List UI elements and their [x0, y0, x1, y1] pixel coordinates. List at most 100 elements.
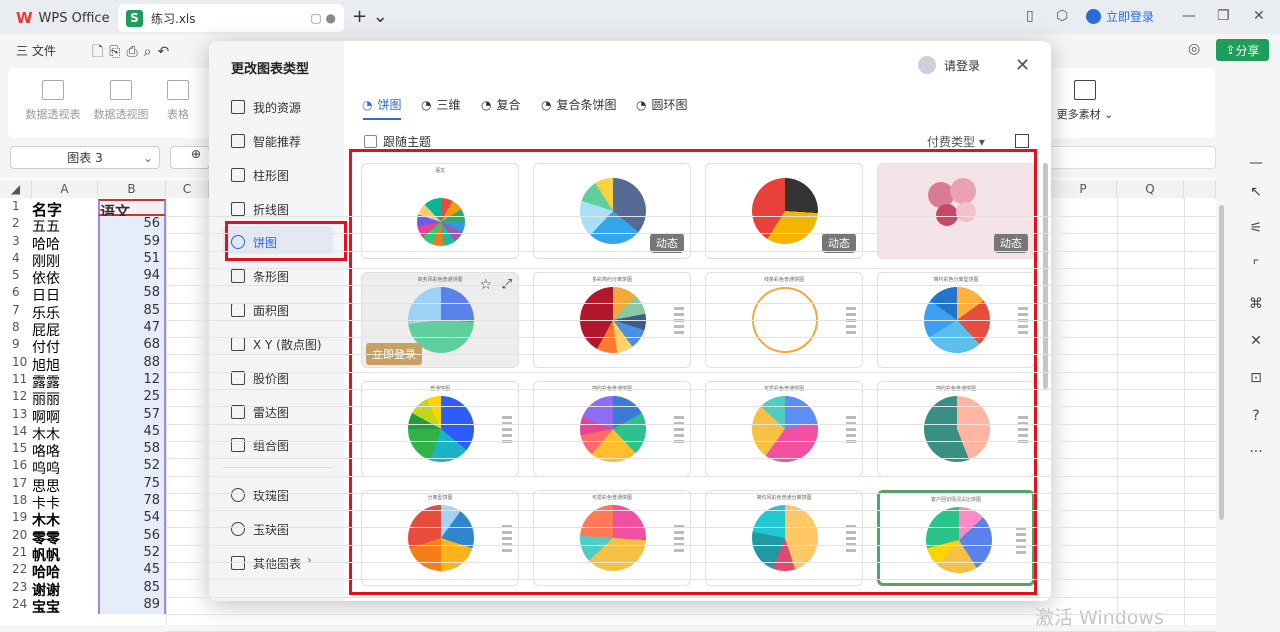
tab-compound[interactable]: ◔ 复合 — [481, 96, 521, 113]
cell-header-a[interactable]: 名字 — [32, 199, 98, 219]
cell-name[interactable]: 五五 — [32, 216, 98, 235]
cell-name[interactable]: 露露 — [32, 372, 98, 391]
share-button[interactable]: ⇪ 分享 — [1216, 39, 1269, 61]
cell-name[interactable]: 哈哈 — [32, 234, 98, 253]
cell-score[interactable]: 54 — [98, 510, 166, 528]
cell-name[interactable]: 卡卡 — [32, 493, 98, 512]
table-row[interactable]: 15 咯咯 58 — [0, 441, 170, 460]
cell-name[interactable]: 刚刚 — [32, 251, 98, 270]
nav-item-combo[interactable]: 组合图 — [231, 434, 289, 456]
table-row[interactable]: 5 依依 94 — [0, 268, 170, 287]
name-box[interactable]: 图表 3 ⌄ — [10, 146, 160, 169]
table-row[interactable]: 1 名字 语文 — [0, 199, 170, 221]
table-row[interactable]: 18 卡卡 78 — [0, 493, 170, 512]
chat-icon[interactable]: ◎ — [1188, 41, 1200, 57]
column-header-c[interactable]: C — [166, 180, 209, 198]
nav-item-rose[interactable]: 玫瑰图 — [231, 484, 289, 506]
close-icon[interactable]: ✕ — [1015, 55, 1030, 76]
zoom-icon[interactable]: ⊕ — [170, 146, 210, 169]
cell-name[interactable]: 屁屁 — [32, 320, 98, 339]
quick-access-icons[interactable]: 🗋⎘⎙⌕↶ — [92, 41, 175, 65]
maximize-button[interactable]: ❐ — [1217, 8, 1230, 24]
corner-select[interactable]: ◢ — [0, 180, 32, 198]
cell-name[interactable]: 零零 — [32, 528, 98, 547]
nav-item-smart[interactable]: 智能推荐 — [231, 130, 301, 152]
table-row[interactable]: 17 思思 75 — [0, 475, 170, 495]
nav-item-radar[interactable]: 雷达图 — [231, 401, 289, 423]
nav-item-column[interactable]: 柱形图 — [231, 164, 289, 186]
cell-name[interactable]: 付付 — [32, 337, 98, 356]
cell-name[interactable]: 丽丽 — [32, 389, 98, 408]
cell-name[interactable]: 谢谢 — [32, 580, 98, 599]
cell-name[interactable]: 木木 — [32, 424, 98, 443]
cell-score[interactable]: 25 — [98, 389, 166, 407]
minus-icon[interactable]: — — [1248, 155, 1264, 171]
tab-bar-of-pie[interactable]: ◔ 复合条饼图 — [541, 96, 617, 113]
cell-name[interactable]: 思思 — [32, 476, 98, 495]
tab-pie[interactable]: ◔ 饼图 — [362, 96, 402, 113]
cell-score[interactable]: 45 — [98, 423, 166, 442]
cell-name[interactable]: 日日 — [32, 285, 98, 304]
table-row[interactable]: 9 付付 68 — [0, 337, 170, 356]
table-row[interactable]: 13 啊啊 57 — [0, 406, 170, 426]
column-header-a[interactable]: A — [32, 180, 98, 198]
table-row[interactable]: 22 哈哈 45 — [0, 562, 170, 581]
cell-score[interactable]: 85 — [98, 302, 166, 321]
new-tab-button[interactable]: + ⌄ — [352, 6, 388, 27]
book-icon[interactable]: ⊡ — [1248, 370, 1264, 386]
cell-score[interactable]: 57 — [98, 406, 166, 424]
cell-score[interactable]: 56 — [98, 216, 166, 234]
table-row[interactable]: 8 屁屁 47 — [0, 320, 170, 339]
cell-score[interactable]: 58 — [98, 285, 166, 303]
cursor-icon[interactable]: ↖ — [1248, 184, 1264, 200]
dialog-login[interactable]: 请登录 — [918, 56, 980, 74]
cell-score[interactable]: 68 — [98, 337, 166, 355]
gallery-icon[interactable]: ⌘ — [1248, 296, 1264, 312]
sliders-icon[interactable]: ⚟ — [1248, 220, 1264, 236]
formula-bar[interactable] — [1030, 146, 1216, 169]
cell-name[interactable]: 木木 — [32, 510, 98, 529]
tab-close-dot-icon[interactable]: ▢ ● — [310, 11, 336, 25]
cell-score[interactable]: 78 — [98, 493, 166, 511]
cell-name[interactable]: 帆帆 — [32, 545, 98, 564]
cube-icon[interactable]: ⬡ — [1056, 8, 1068, 24]
grid-view-icon[interactable] — [1015, 134, 1029, 148]
table-row[interactable]: 2 五五 56 — [0, 216, 170, 235]
nav-item-other[interactable]: 其他图表 — [231, 552, 301, 574]
table-row[interactable]: 7 乐乐 85 — [0, 302, 170, 322]
table-row[interactable]: 3 哈哈 59 — [0, 233, 170, 253]
cell-score[interactable]: 58 — [98, 441, 166, 459]
help-icon[interactable]: ? — [1248, 408, 1264, 424]
table-row[interactable]: 11 露露 12 — [0, 371, 170, 391]
cell-score[interactable]: 85 — [98, 579, 166, 597]
cell-score[interactable]: 56 — [98, 527, 166, 545]
column-header-b[interactable]: B — [98, 180, 166, 198]
table-row[interactable]: 10 旭旭 88 — [0, 354, 170, 374]
table-row[interactable]: 19 木木 54 — [0, 510, 170, 529]
column-header-q[interactable]: Q — [1117, 180, 1184, 198]
cell-name[interactable]: 乐乐 — [32, 303, 98, 322]
cell-score[interactable]: 51 — [98, 250, 166, 269]
ribbon-table[interactable]: 表格 — [148, 80, 208, 122]
cell-name[interactable]: 哈哈 — [32, 562, 98, 581]
nav-item-jade[interactable]: 玉玦图 — [231, 518, 289, 540]
sheet-scrollbar[interactable] — [1219, 205, 1224, 520]
cell-score[interactable]: 59 — [98, 233, 166, 251]
frame-icon[interactable]: ⌜ — [1248, 258, 1264, 274]
file-tab[interactable]: S 练习.xls ▢ ● — [118, 4, 344, 32]
table-row[interactable]: 4 刚刚 51 — [0, 250, 170, 270]
more-icon[interactable]: ··· — [1248, 444, 1264, 460]
minimize-button[interactable]: — — [1182, 8, 1196, 24]
cell-score[interactable]: 89 — [98, 596, 166, 615]
cell-name[interactable]: 依依 — [32, 268, 98, 287]
window-layout-icon[interactable]: ▯ — [1026, 8, 1034, 24]
table-row[interactable]: 14 木木 45 — [0, 423, 170, 443]
tab-donut[interactable]: ◔ 圆环图 — [636, 96, 688, 113]
cell-score[interactable]: 88 — [98, 354, 166, 372]
cell-score[interactable]: 52 — [98, 544, 166, 563]
table-row[interactable]: 16 呜呜 52 — [0, 458, 170, 477]
cell-name[interactable]: 旭旭 — [32, 355, 98, 374]
close-window-button[interactable]: ✕ — [1253, 8, 1265, 24]
cell-name[interactable]: 咯咯 — [32, 441, 98, 460]
table-row[interactable]: 24 宝宝 89 — [0, 596, 170, 616]
